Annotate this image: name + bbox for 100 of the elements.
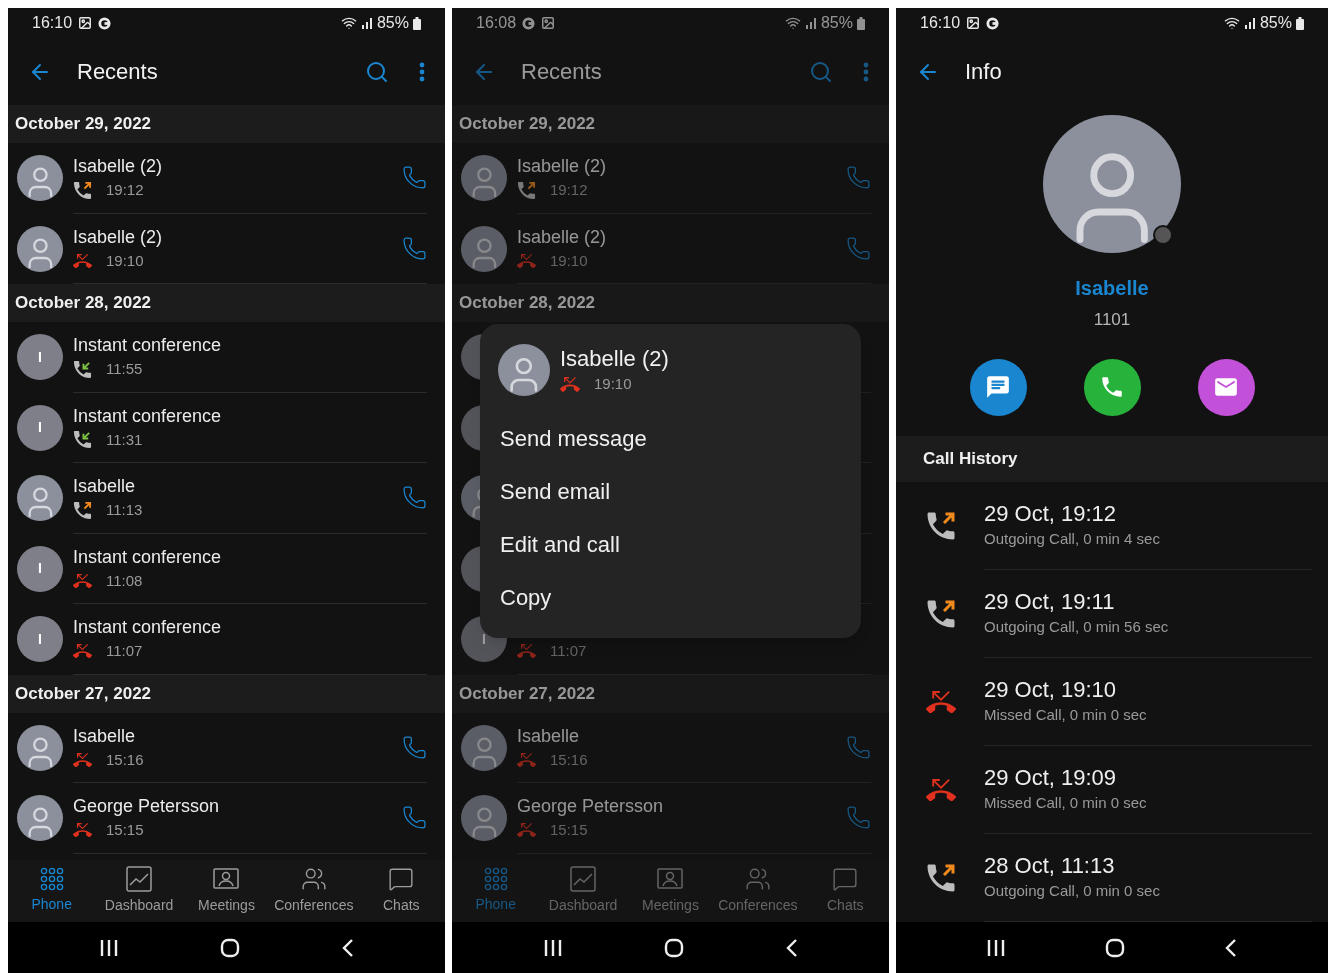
call-time: 19:10 <box>106 250 144 271</box>
presentation-user-icon <box>213 866 240 892</box>
outgoing-call-icon <box>926 511 956 541</box>
tab[interactable]: Phone <box>8 860 96 922</box>
more-options-button[interactable] <box>419 61 425 82</box>
call-button[interactable] <box>846 805 871 831</box>
chart-icon <box>126 866 153 892</box>
image-icon <box>541 16 556 30</box>
call-date-time: 28 Oct, 11:13 <box>984 852 1116 881</box>
back-nav-button[interactable] <box>1224 937 1239 958</box>
missed-call-icon <box>73 823 92 838</box>
chat-bubble-icon <box>832 866 859 892</box>
call-time: 15:16 <box>550 749 588 770</box>
search-button[interactable] <box>365 59 389 84</box>
missed-call-icon <box>73 644 92 659</box>
call-details: Missed Call, 0 min 0 sec <box>984 705 1148 726</box>
call-time: 11:31 <box>106 429 143 450</box>
screen-title: Recents <box>77 58 159 86</box>
back-chevron-icon <box>784 937 799 958</box>
avatar-initial: I <box>17 616 63 663</box>
battery-percent: 85% <box>820 13 853 33</box>
call-time: 19:12 <box>550 180 588 200</box>
call-details: Outgoing Call, 0 min 56 sec <box>984 617 1170 638</box>
recent-apps-button[interactable] <box>98 938 119 957</box>
image-icon <box>78 16 93 30</box>
more-options-button[interactable] <box>863 61 869 82</box>
contact-name: Isabelle (2) <box>73 155 164 178</box>
phone-icon <box>846 165 871 191</box>
avatar-initial: I <box>17 545 63 592</box>
tab[interactable]: Conferences <box>270 860 358 922</box>
phone-icon <box>402 485 427 511</box>
home-button[interactable] <box>663 937 684 958</box>
call-button[interactable] <box>402 805 427 831</box>
call-date-time: 29 Oct, 19:09 <box>984 764 1118 793</box>
menu-item[interactable]: Send message <box>480 412 861 465</box>
phone-icon <box>846 734 871 760</box>
home-icon <box>219 937 240 958</box>
outgoing-call-icon <box>73 500 92 520</box>
phone-icon <box>402 235 427 261</box>
home-button[interactable] <box>1105 937 1125 958</box>
missed-call-icon <box>517 644 536 659</box>
menu-item[interactable]: Send email <box>480 465 861 518</box>
date-header: October 28, 2022 <box>8 284 445 322</box>
battery-percent: 85% <box>1259 13 1292 33</box>
recent-apps-button[interactable] <box>542 938 563 957</box>
contact-name: Instant conference <box>73 334 223 357</box>
contact-name: Instant conference <box>73 404 223 428</box>
date-header: October 29, 2022 <box>8 105 445 143</box>
contact-name: Instant conference <box>73 545 223 569</box>
date-header: October 29, 2022 <box>452 105 889 143</box>
call-button[interactable] <box>402 734 427 760</box>
battery-icon <box>857 16 865 30</box>
recent-apps-button[interactable] <box>985 938 1006 957</box>
date-header: October 27, 2022 <box>452 674 889 713</box>
missed-call-icon <box>73 253 92 268</box>
tab[interactable]: Chats <box>357 860 445 922</box>
clock-time: 16:10 <box>920 13 961 33</box>
call-button[interactable] <box>402 165 427 191</box>
home-button[interactable] <box>219 937 240 958</box>
signal-icon <box>804 17 817 29</box>
call-button[interactable] <box>846 734 871 760</box>
more-icon <box>863 61 869 82</box>
contact-name: Isabelle (2) <box>517 155 608 178</box>
avatar-placeholder <box>461 795 507 842</box>
contact-name: George Petersson <box>517 795 665 818</box>
call-time: 11:08 <box>106 570 143 591</box>
contact-name: Isabelle <box>517 724 581 748</box>
call-time: 11:07 <box>106 641 143 661</box>
call-details: Outgoing Call, 0 min 0 sec <box>984 881 1161 902</box>
wifi-icon <box>784 15 801 31</box>
tab[interactable]: Dashboard <box>95 860 183 922</box>
contact-name: George Petersson <box>73 795 221 818</box>
call-time: 11:07 <box>550 641 587 661</box>
call-button[interactable] <box>402 485 427 511</box>
g-logo-icon <box>522 16 536 30</box>
back-nav-button[interactable] <box>340 937 355 958</box>
call-button[interactable] <box>846 165 871 191</box>
section-header: Call History <box>896 436 1328 482</box>
wifi-icon <box>1223 15 1240 31</box>
missed-call-icon <box>926 690 956 714</box>
g-logo-icon <box>98 16 112 30</box>
contact-name: Isabelle (2) <box>73 225 164 249</box>
clock-time: 16:10 <box>32 13 73 33</box>
dialpad-icon <box>483 867 508 891</box>
call-button[interactable] <box>402 235 427 261</box>
call-button[interactable] <box>846 235 871 261</box>
tab[interactable]: Meetings <box>182 860 271 922</box>
menu-item[interactable]: Edit and call <box>480 518 861 571</box>
missed-call-icon <box>560 376 580 392</box>
missed-call-icon <box>926 778 956 802</box>
outgoing-call-icon <box>73 180 92 200</box>
call-time: 15:15 <box>106 820 144 840</box>
contact-name: Instant conference <box>73 616 223 639</box>
chart-icon <box>570 866 597 892</box>
search-button[interactable] <box>809 59 833 84</box>
call-date-time: 29 Oct, 19:10 <box>984 676 1118 705</box>
people-icon <box>744 866 771 892</box>
outgoing-call-icon <box>517 180 536 200</box>
screen-title: Recents <box>521 58 603 86</box>
back-nav-button[interactable] <box>784 937 799 958</box>
